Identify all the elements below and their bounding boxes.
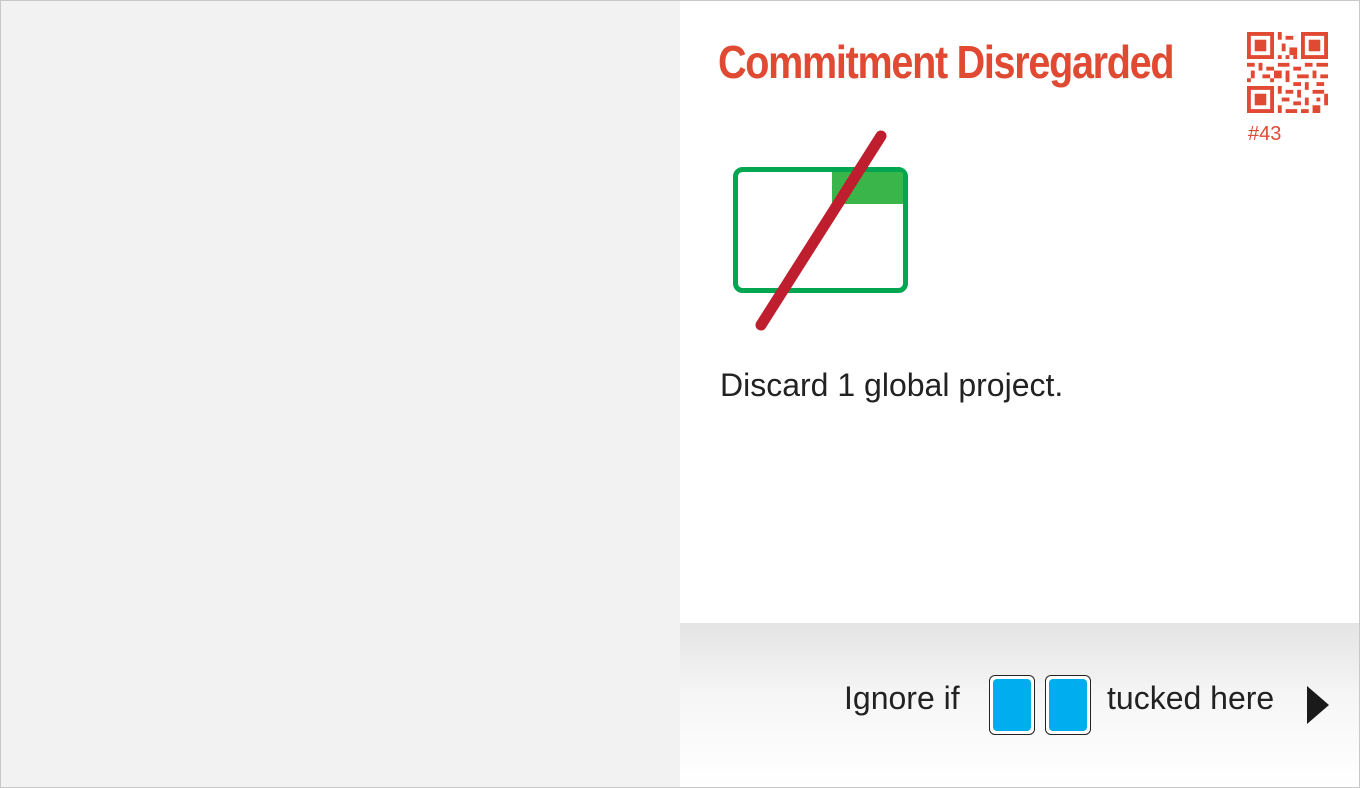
card-border — [0, 0, 1360, 788]
